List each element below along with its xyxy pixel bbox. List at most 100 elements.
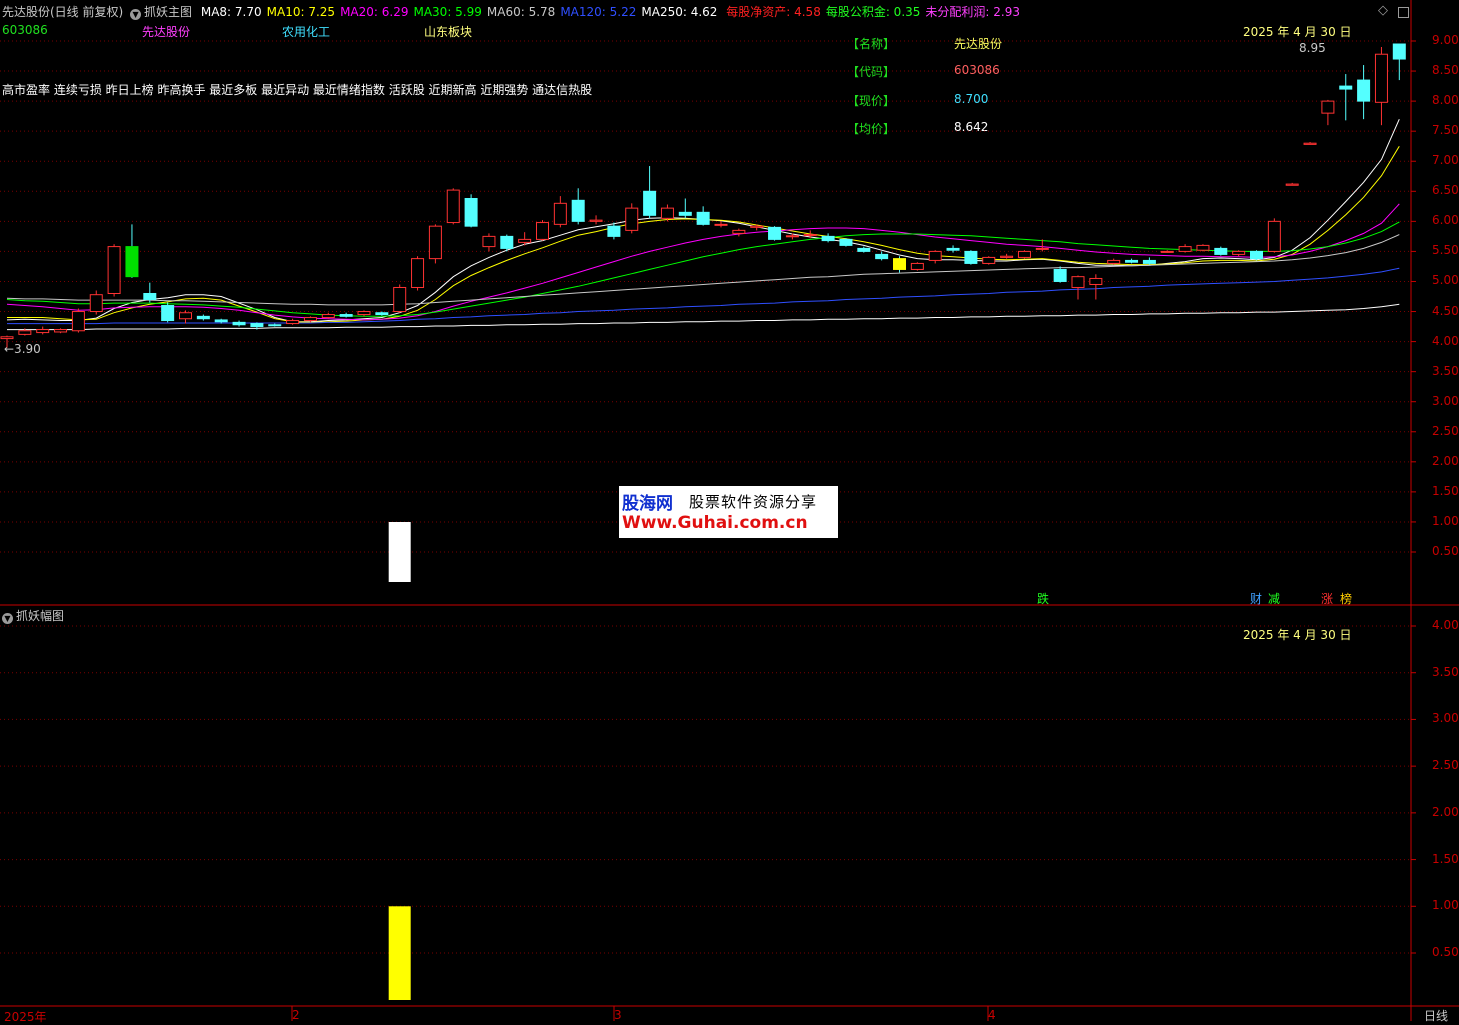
candle-body-up bbox=[107, 246, 121, 294]
candle bbox=[1125, 258, 1139, 264]
watermark-logo: 股海网 bbox=[622, 494, 673, 514]
y-tick-label: 2.50 bbox=[1432, 423, 1459, 438]
candle bbox=[893, 256, 906, 273]
candle bbox=[161, 302, 175, 323]
candle-body-up bbox=[1232, 250, 1246, 255]
candle bbox=[643, 166, 657, 219]
candle-body-down bbox=[339, 314, 353, 317]
signal-2: 财 bbox=[1250, 592, 1263, 606]
sub-indicator-name[interactable]: 抓妖幅图 bbox=[16, 609, 64, 623]
y-tick-label: 1.50 bbox=[1432, 483, 1459, 498]
candle bbox=[571, 188, 585, 225]
candle-body-up bbox=[482, 235, 496, 248]
candle-body-up bbox=[1321, 100, 1335, 114]
candle-body-down bbox=[268, 324, 282, 327]
candle-body-down bbox=[1125, 259, 1139, 263]
main-signal-bar bbox=[388, 522, 411, 582]
candle-body-up bbox=[553, 202, 567, 225]
candle bbox=[482, 233, 496, 252]
candle bbox=[1392, 43, 1406, 81]
sub-y-tick-label: 3.50 bbox=[1432, 664, 1459, 679]
candle bbox=[1250, 250, 1263, 261]
candle bbox=[1232, 250, 1246, 257]
sub-date: 2025 年 4 月 30 日 bbox=[1243, 628, 1352, 642]
candle-body-up bbox=[803, 234, 817, 237]
candle-body-up bbox=[303, 317, 317, 322]
sub-y-tick-label: 2.50 bbox=[1432, 758, 1459, 773]
candle bbox=[196, 314, 210, 321]
candle-body-down bbox=[768, 226, 782, 240]
candle bbox=[1000, 253, 1014, 259]
candle-body-down bbox=[125, 246, 139, 278]
y-tick-label: 7.50 bbox=[1432, 123, 1459, 138]
candle bbox=[1142, 257, 1156, 265]
candle bbox=[875, 251, 889, 261]
candle bbox=[803, 230, 817, 239]
signal-3: 减 bbox=[1268, 592, 1281, 606]
candle bbox=[1267, 218, 1281, 253]
candle bbox=[768, 226, 782, 241]
candle bbox=[1017, 250, 1031, 259]
sub-signal-bar bbox=[388, 906, 411, 1000]
candle-body-up bbox=[536, 222, 549, 240]
y-tick-label: 1.00 bbox=[1432, 513, 1459, 528]
candle-body-down bbox=[696, 211, 710, 225]
y-tick-label: 3.50 bbox=[1432, 363, 1459, 378]
candle-body-down bbox=[1142, 259, 1156, 264]
candle bbox=[1071, 275, 1085, 300]
candle-body-up bbox=[179, 312, 192, 320]
candle-body-down bbox=[1214, 247, 1228, 255]
candle-body-up bbox=[732, 229, 746, 234]
y-tick-label: 4.00 bbox=[1432, 333, 1459, 348]
candle-body-down bbox=[643, 190, 657, 216]
sub-y-tick-label: 1.00 bbox=[1432, 898, 1459, 913]
candle-body-up bbox=[54, 329, 68, 333]
candle bbox=[839, 238, 853, 247]
candle-body-down bbox=[1339, 85, 1353, 90]
candle-body-up bbox=[1107, 259, 1121, 264]
candle bbox=[553, 196, 567, 228]
candle-body-up bbox=[428, 225, 442, 260]
candle bbox=[857, 246, 871, 253]
candle-body-up bbox=[36, 329, 50, 334]
candle bbox=[54, 328, 68, 334]
candle bbox=[1339, 74, 1353, 121]
candle-body-up bbox=[785, 235, 799, 238]
candle bbox=[1160, 250, 1174, 253]
y-tick-label: 5.50 bbox=[1432, 243, 1459, 258]
candle bbox=[1053, 266, 1067, 283]
sub-dropdown-icon[interactable]: ▼ bbox=[2, 613, 13, 624]
candle-body-up bbox=[0, 336, 14, 340]
y-tick-label: 8.50 bbox=[1432, 63, 1459, 78]
candle-body-down bbox=[821, 235, 835, 242]
candle-body-down bbox=[1357, 79, 1371, 102]
candle-body-up bbox=[518, 238, 532, 243]
watermark: 股海网 股票软件资源分享 Www.Guhai.com.cn bbox=[619, 486, 838, 538]
period-label[interactable]: 日线 bbox=[1424, 1007, 1448, 1024]
candle bbox=[71, 308, 85, 333]
candle-body-down bbox=[1053, 268, 1067, 282]
candle-body-up bbox=[1178, 246, 1192, 252]
candle bbox=[393, 284, 407, 313]
candle bbox=[446, 188, 460, 225]
candle bbox=[625, 203, 639, 234]
x-label-mar: 3 bbox=[614, 1008, 622, 1022]
candle-body-up bbox=[1267, 220, 1281, 252]
candle bbox=[821, 233, 835, 243]
candle bbox=[1107, 258, 1121, 265]
candle bbox=[1196, 244, 1210, 252]
candle-body-up bbox=[321, 314, 335, 319]
candle-body-down bbox=[214, 319, 228, 323]
candle bbox=[1374, 47, 1388, 126]
candle-body-up bbox=[589, 219, 603, 222]
candle bbox=[1214, 246, 1228, 256]
candle-body-up bbox=[411, 258, 425, 288]
sub-header: ▼ 抓妖幅图 bbox=[2, 607, 64, 624]
candle-body-down bbox=[161, 305, 175, 322]
candle bbox=[143, 282, 157, 303]
candle bbox=[125, 224, 139, 278]
candle bbox=[107, 244, 121, 297]
candle-body-up bbox=[446, 189, 460, 224]
candle bbox=[732, 228, 746, 237]
y-tick-label: 4.50 bbox=[1432, 303, 1459, 318]
